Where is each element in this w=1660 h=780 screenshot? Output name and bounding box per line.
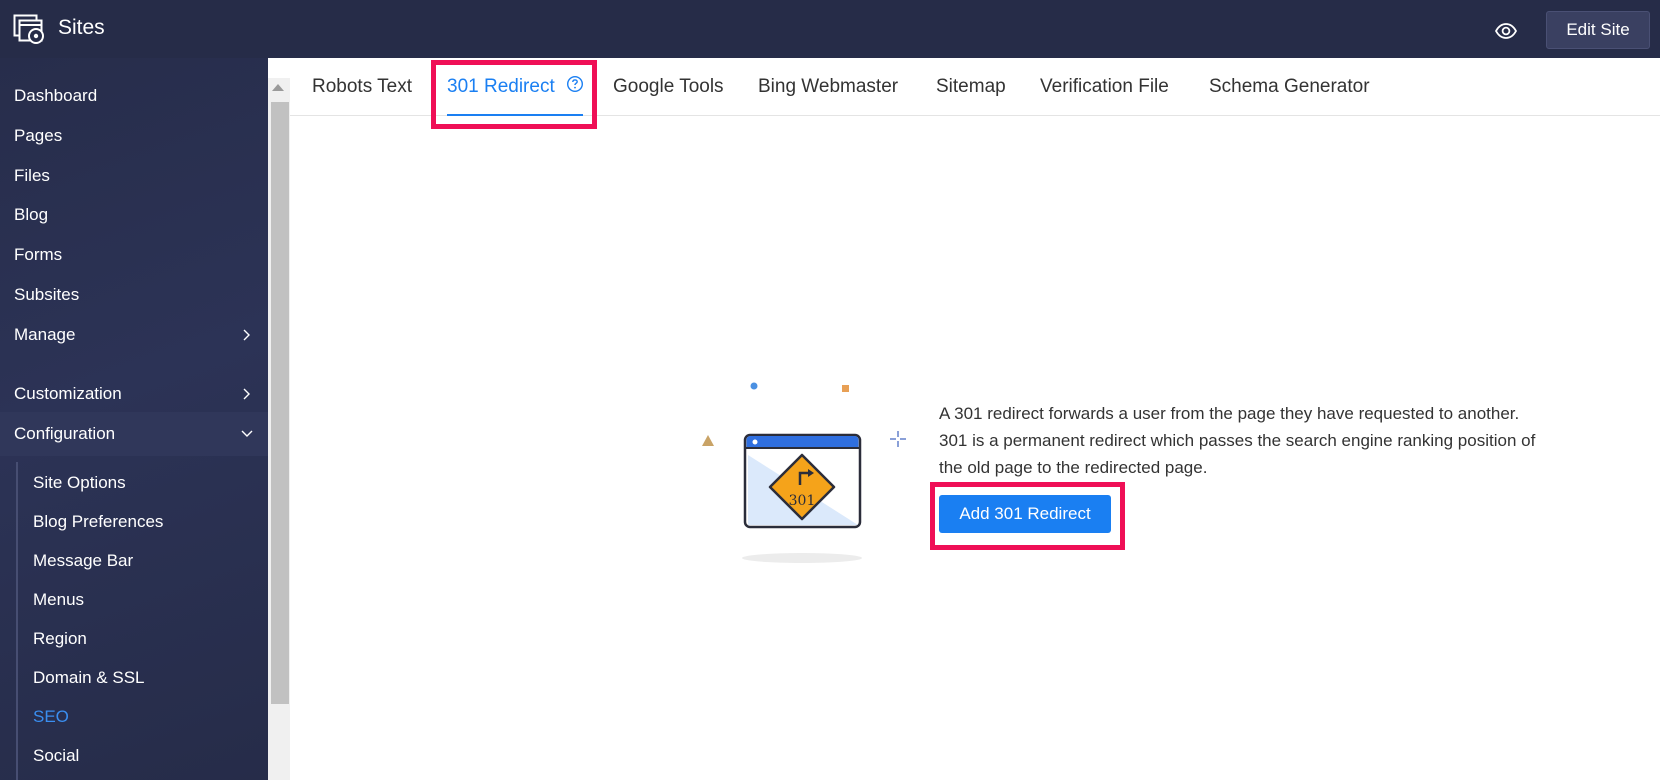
- sidebar-item-subsites[interactable]: Subsites: [14, 280, 254, 310]
- submenu-guide-line: [16, 462, 18, 780]
- sites-icon: [13, 14, 44, 44]
- sidebar-subitem-menus[interactable]: Menus: [33, 586, 253, 614]
- top-bar: Sites Edit Site: [0, 0, 1660, 58]
- sidebar-item-dashboard[interactable]: Dashboard: [14, 81, 254, 111]
- chevron-right-icon: [243, 329, 250, 341]
- add-301-redirect-button[interactable]: Add 301 Redirect: [939, 495, 1111, 533]
- redirect-description: A 301 redirect forwards a user from the …: [939, 404, 1536, 477]
- sidebar-item-label: Manage: [14, 325, 76, 344]
- active-tab-underline: [447, 114, 583, 116]
- sidebar-item-label: Customization: [14, 384, 122, 403]
- tab-301-redirect[interactable]: 301 Redirect: [447, 58, 555, 116]
- sidebar-item-blog[interactable]: Blog: [14, 200, 254, 230]
- sidebar-subitem-social[interactable]: Social: [33, 742, 253, 770]
- sidebar-item-label: Files: [14, 166, 50, 185]
- sidebar-item-label: Subsites: [14, 285, 80, 304]
- scrollbar[interactable]: [268, 78, 290, 780]
- eye-icon[interactable]: [1494, 19, 1518, 43]
- sidebar-subitem-domain-ssl[interactable]: Domain & SSL: [33, 664, 253, 692]
- scroll-up-arrow-icon[interactable]: [272, 84, 284, 91]
- sidebar-subitem-message-bar[interactable]: Message Bar: [33, 547, 253, 575]
- sidebar-item-label: Blog: [14, 205, 49, 224]
- sidebar-item-label: Dashboard: [14, 86, 98, 105]
- chevron-right-icon: [243, 388, 250, 400]
- sidebar-subitem-region[interactable]: Region: [33, 625, 253, 653]
- sidebar-item-customization[interactable]: Customization: [14, 379, 254, 409]
- sign-text: 301: [789, 493, 816, 509]
- scrollbar-thumb[interactable]: [271, 102, 289, 704]
- tab-bing-webmaster[interactable]: Bing Webmaster: [758, 58, 898, 116]
- sidebar-item-pages[interactable]: Pages: [14, 121, 254, 151]
- sidebar-item-forms[interactable]: Forms: [14, 240, 254, 270]
- app-title: Sites: [58, 16, 105, 39]
- illustration-shadow: [742, 553, 862, 563]
- seo-tabs: Robots Text 301 Redirect Google Tools Bi…: [290, 58, 1660, 116]
- tab-google-tools[interactable]: Google Tools: [613, 58, 724, 116]
- edit-site-button[interactable]: Edit Site: [1546, 11, 1650, 49]
- sidebar: Dashboard Pages Files Blog Forms Subsite…: [0, 58, 268, 780]
- sidebar-item-configuration[interactable]: Configuration: [14, 419, 254, 449]
- sidebar-item-label: Forms: [14, 245, 63, 264]
- decor-square-icon: [842, 385, 849, 392]
- decor-dot-icon: [750, 382, 758, 390]
- sparkle-icon: [890, 431, 906, 447]
- tab-verification-file[interactable]: Verification File: [1040, 58, 1169, 116]
- sidebar-subitem-blog-preferences[interactable]: Blog Preferences: [33, 508, 253, 536]
- sidebar-subitem-seo[interactable]: SEO: [33, 703, 253, 731]
- sidebar-item-files[interactable]: Files: [14, 161, 254, 191]
- sidebar-subitem-site-options[interactable]: Site Options: [33, 469, 253, 497]
- decor-triangle-icon: [702, 435, 714, 446]
- tab-sitemap[interactable]: Sitemap: [936, 58, 1006, 116]
- tab-schema-generator[interactable]: Schema Generator: [1209, 58, 1370, 116]
- sidebar-item-label: Configuration: [14, 424, 116, 443]
- question-circle-icon[interactable]: [566, 75, 584, 93]
- tab-robots-text[interactable]: Robots Text: [312, 58, 412, 116]
- sidebar-item-label: Pages: [14, 126, 63, 145]
- sidebar-item-manage[interactable]: Manage: [14, 320, 254, 350]
- redirect-illustration: 301: [702, 382, 906, 563]
- chevron-down-icon: [241, 430, 253, 437]
